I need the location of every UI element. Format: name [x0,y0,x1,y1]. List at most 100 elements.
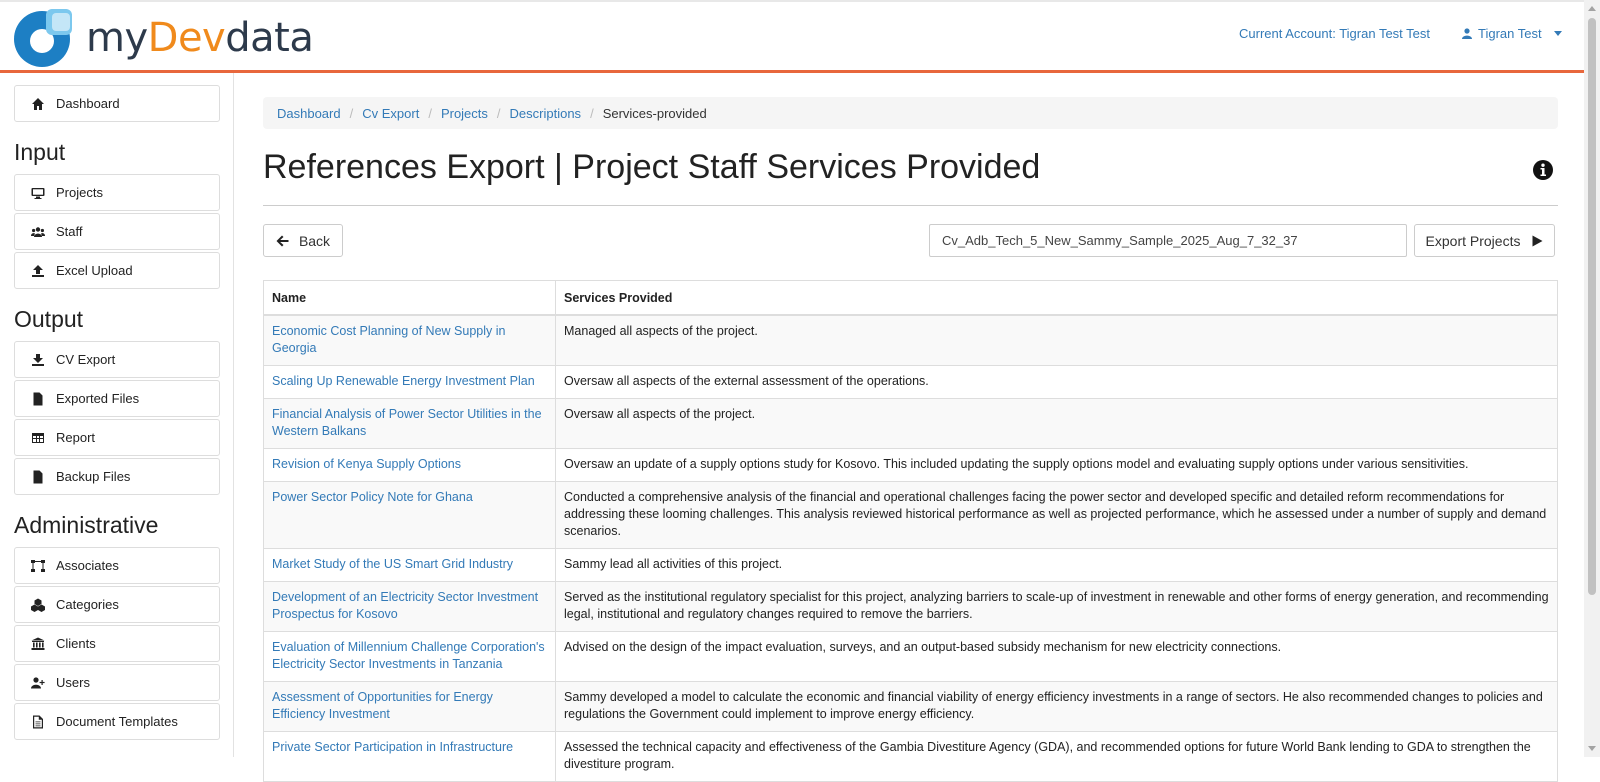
sidebar-item-label: Backup Files [56,469,131,484]
sidebar-item-label: CV Export [56,352,116,367]
project-name-link[interactable]: Evaluation of Millennium Challenge Corpo… [263,631,556,682]
sidebar-item-projects[interactable]: Projects [14,174,220,211]
column-header-name: Name [263,280,556,316]
services-cell: Oversaw an update of a supply options st… [555,448,1558,482]
desktop-icon [31,187,45,199]
sidebar-item-excel-upload[interactable]: Excel Upload [14,252,220,289]
file-text-icon [33,715,43,728]
top-navbar: myDevdata Current Account: Tigran Test T… [0,0,1584,73]
project-name-link[interactable]: Development of an Electricity Sector Inv… [263,581,556,632]
users-icon [31,226,45,237]
column-header-services: Services Provided [555,280,1558,316]
sidebar-item-categories[interactable]: Categories [14,586,220,623]
sidebar-item-dashboard[interactable]: Dashboard [14,85,220,122]
services-cell: Advised on the design of the impact eval… [555,631,1558,682]
sidebar-item-cv-export[interactable]: CV Export [14,341,220,378]
upload-icon [32,264,44,277]
services-cell: Managed all aspects of the project. [555,314,1558,366]
project-name-link[interactable]: Power Sector Policy Note for Ghana [263,481,556,549]
file-icon [33,392,43,405]
sidebar-item-label: Clients [56,636,96,651]
sidebar-item-label: Dashboard [56,96,120,111]
table-header-row: Name Services Provided [263,280,1558,316]
services-cell: Sammy lead all activities of this projec… [555,548,1558,582]
services-cell: Served as the institutional regulatory s… [555,581,1558,632]
arrow-left-icon [276,235,289,246]
sidebar-item-label: Categories [56,597,119,612]
home-icon [32,97,44,110]
services-cell: Sammy developed a model to calculate the… [555,681,1558,732]
services-cell: Oversaw all aspects of the project. [555,398,1558,449]
back-button[interactable]: Back [263,224,343,257]
project-name-link[interactable]: Market Study of the US Smart Grid Indust… [263,548,556,582]
sidebar-item-users[interactable]: Users [14,664,220,701]
sidebar-item-document-templates[interactable]: Document Templates [14,703,220,740]
cubes-icon [31,598,45,612]
table-row: Power Sector Policy Note for Ghana Conduc… [263,481,1558,549]
user-name: Tigran Test [1478,26,1542,41]
user-plus-icon [31,676,45,688]
project-name-link[interactable]: Revision of Kenya Supply Options [263,448,556,482]
project-name-link[interactable]: Financial Analysis of Power Sector Utili… [263,398,556,449]
sidebar-item-label: Associates [56,558,119,573]
sidebar-item-staff[interactable]: Staff [14,213,220,250]
breadcrumb-descriptions[interactable]: Descriptions [510,106,582,121]
page-scrollbar[interactable] [1584,0,1600,757]
page-title: References Export | Project Staff Servic… [263,148,1041,186]
app-logo[interactable]: myDevdata [12,7,314,69]
scrollbar-thumb[interactable] [1588,18,1596,595]
download-icon [32,353,44,366]
export-button-label: Export Projects [1425,232,1521,249]
export-projects-button[interactable]: Export Projects [1414,224,1555,257]
breadcrumb-dashboard[interactable]: Dashboard [277,106,341,121]
section-title-input: Input [14,139,66,165]
table-icon [32,432,44,443]
logo-wordmark: myDevdata [86,15,314,61]
breadcrumb-projects[interactable]: Projects [441,106,488,121]
services-cell: Conducted a comprehensive analysis of th… [555,481,1558,549]
services-table: Name Services Provided Economic Cost Pla… [263,280,1558,782]
title-divider [263,205,1558,206]
sidebar-item-label: Staff [56,224,83,239]
project-name-link[interactable]: Scaling Up Renewable Energy Investment P… [263,365,556,399]
table-row: Assessment of Opportunities for Energy E… [263,681,1558,732]
breadcrumb: Dashboard / Cv Export / Projects / Descript… [263,97,1558,129]
sidebar-item-exported-files[interactable]: Exported Files [14,380,220,417]
sidebar-item-label: Excel Upload [56,263,133,278]
table-row: Economic Cost Planning of New Supply in … [263,314,1558,366]
info-icon[interactable] [1532,159,1554,181]
current-account-link[interactable]: Current Account: Tigran Test Test [1239,26,1430,41]
bank-icon [31,637,45,650]
sidebar-item-label: Users [56,675,90,690]
scroll-up-arrow-icon[interactable] [1588,6,1596,11]
scroll-down-arrow-icon[interactable] [1588,746,1596,751]
sidebar-item-report[interactable]: Report [14,419,220,456]
breadcrumb-cv-export[interactable]: Cv Export [362,106,419,121]
logo-icon [14,9,72,67]
table-row: Financial Analysis of Power Sector Utili… [263,398,1558,449]
sidebar-item-label: Report [56,430,96,445]
sidebar-item-associates[interactable]: Associates [14,547,220,584]
section-title-administrative: Administrative [14,512,159,538]
table-row: Market Study of the US Smart Grid Indust… [263,548,1558,582]
table-row: Scaling Up Renewable Energy Investment P… [263,365,1558,399]
project-name-link[interactable]: Economic Cost Planning of New Supply in … [263,314,556,366]
file-icon [33,470,43,483]
sitemap-icon [31,559,45,572]
sidebar-item-clients[interactable]: Clients [14,625,220,662]
user-menu[interactable]: Tigran Test [1462,26,1562,41]
export-filename-input[interactable] [929,224,1407,257]
back-button-label: Back [298,232,331,249]
chevron-down-icon [1553,31,1562,36]
sidebar: Dashboard Input Projects Staff Excel Upl… [0,73,234,757]
user-icon [1462,28,1472,39]
table-row: Evaluation of Millennium Challenge Corpo… [263,631,1558,682]
project-name-link[interactable]: Assessment of Opportunities for Energy E… [263,681,556,732]
section-title-output: Output [14,306,84,332]
sidebar-item-backup-files[interactable]: Backup Files [14,458,220,495]
table-row: Development of an Electricity Sector Inv… [263,581,1558,632]
play-icon [1532,235,1543,246]
breadcrumb-current: Services-provided [602,105,707,121]
sidebar-item-label: Projects [56,185,103,200]
sidebar-item-label: Document Templates [56,714,178,729]
